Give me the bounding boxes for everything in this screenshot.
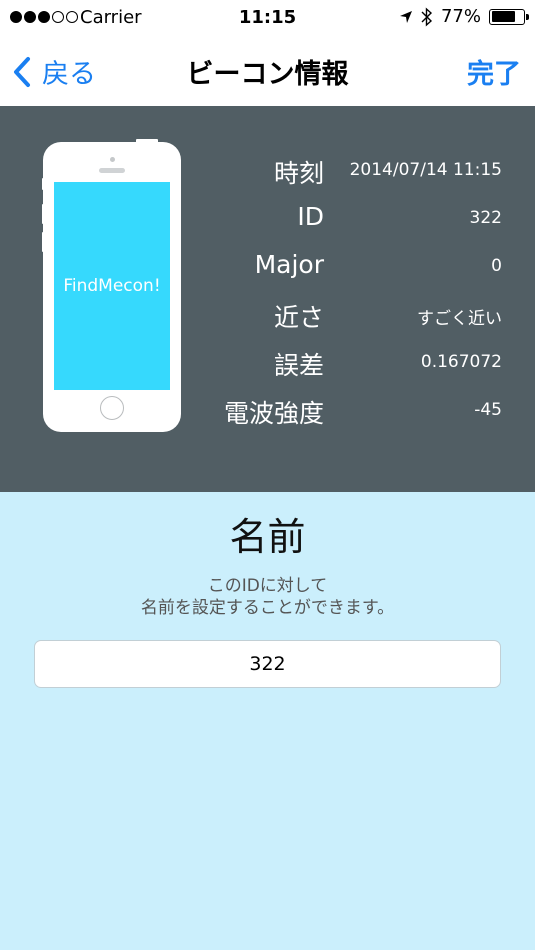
description-line: 名前を設定することができます。	[140, 598, 395, 618]
info-value: すごく近い	[417, 309, 502, 329]
info-value: 0	[491, 256, 502, 276]
info-row-id: ID 322	[200, 202, 502, 242]
info-label: 電波強度	[223, 399, 324, 428]
page-title: ビーコン情報	[186, 59, 349, 90]
info-label: ID	[297, 202, 324, 231]
phone-camera	[110, 157, 115, 162]
name-section-title: 名前	[229, 515, 306, 559]
status-bar: Carrier 11:15 77%	[0, 0, 535, 36]
description-line: このIDに対して	[207, 576, 328, 596]
beacon-name-input[interactable]	[34, 640, 501, 688]
info-label: 時刻	[273, 159, 324, 188]
info-row-proximity: 近さ すごく近い	[200, 298, 502, 338]
app-name-label: FindMecon!	[63, 276, 161, 296]
name-section-description: このIDに対して 名前を設定することができます。	[0, 575, 535, 619]
info-label: 誤差	[273, 351, 324, 380]
info-row-time: 時刻 2014/07/14 11:15	[200, 154, 502, 194]
info-value: 2014/07/14 11:15	[349, 160, 502, 180]
info-value: 322	[469, 208, 502, 228]
status-right-group: 77%	[399, 6, 529, 27]
beacon-info-panel: FindMecon! 時刻 2014/07/14 11:15 ID 322 Ma…	[0, 106, 535, 492]
info-row-rssi: 電波強度 -45	[200, 394, 502, 434]
phone-speaker	[99, 168, 125, 173]
info-row-accuracy: 誤差 0.167072	[200, 346, 502, 386]
info-label: 近さ	[273, 303, 324, 332]
info-label: Major	[254, 250, 324, 279]
phone-screen: FindMecon!	[54, 182, 170, 390]
info-row-major: Major 0	[200, 250, 502, 290]
done-button[interactable]: 完了	[467, 52, 521, 91]
bluetooth-icon	[421, 6, 433, 27]
battery-icon	[489, 8, 529, 25]
info-value: 0.167072	[420, 352, 502, 372]
navigation-bar: 戻る ビーコン情報 完了	[0, 36, 535, 106]
name-section: 名前 このIDに対して 名前を設定することができます。	[0, 492, 535, 950]
battery-percent: 77%	[440, 6, 481, 27]
location-arrow-icon	[399, 10, 412, 23]
battery-fill	[491, 11, 516, 22]
phone-illustration: FindMecon!	[43, 142, 181, 432]
info-value: -45	[474, 400, 502, 420]
phone-home-button	[100, 396, 124, 420]
